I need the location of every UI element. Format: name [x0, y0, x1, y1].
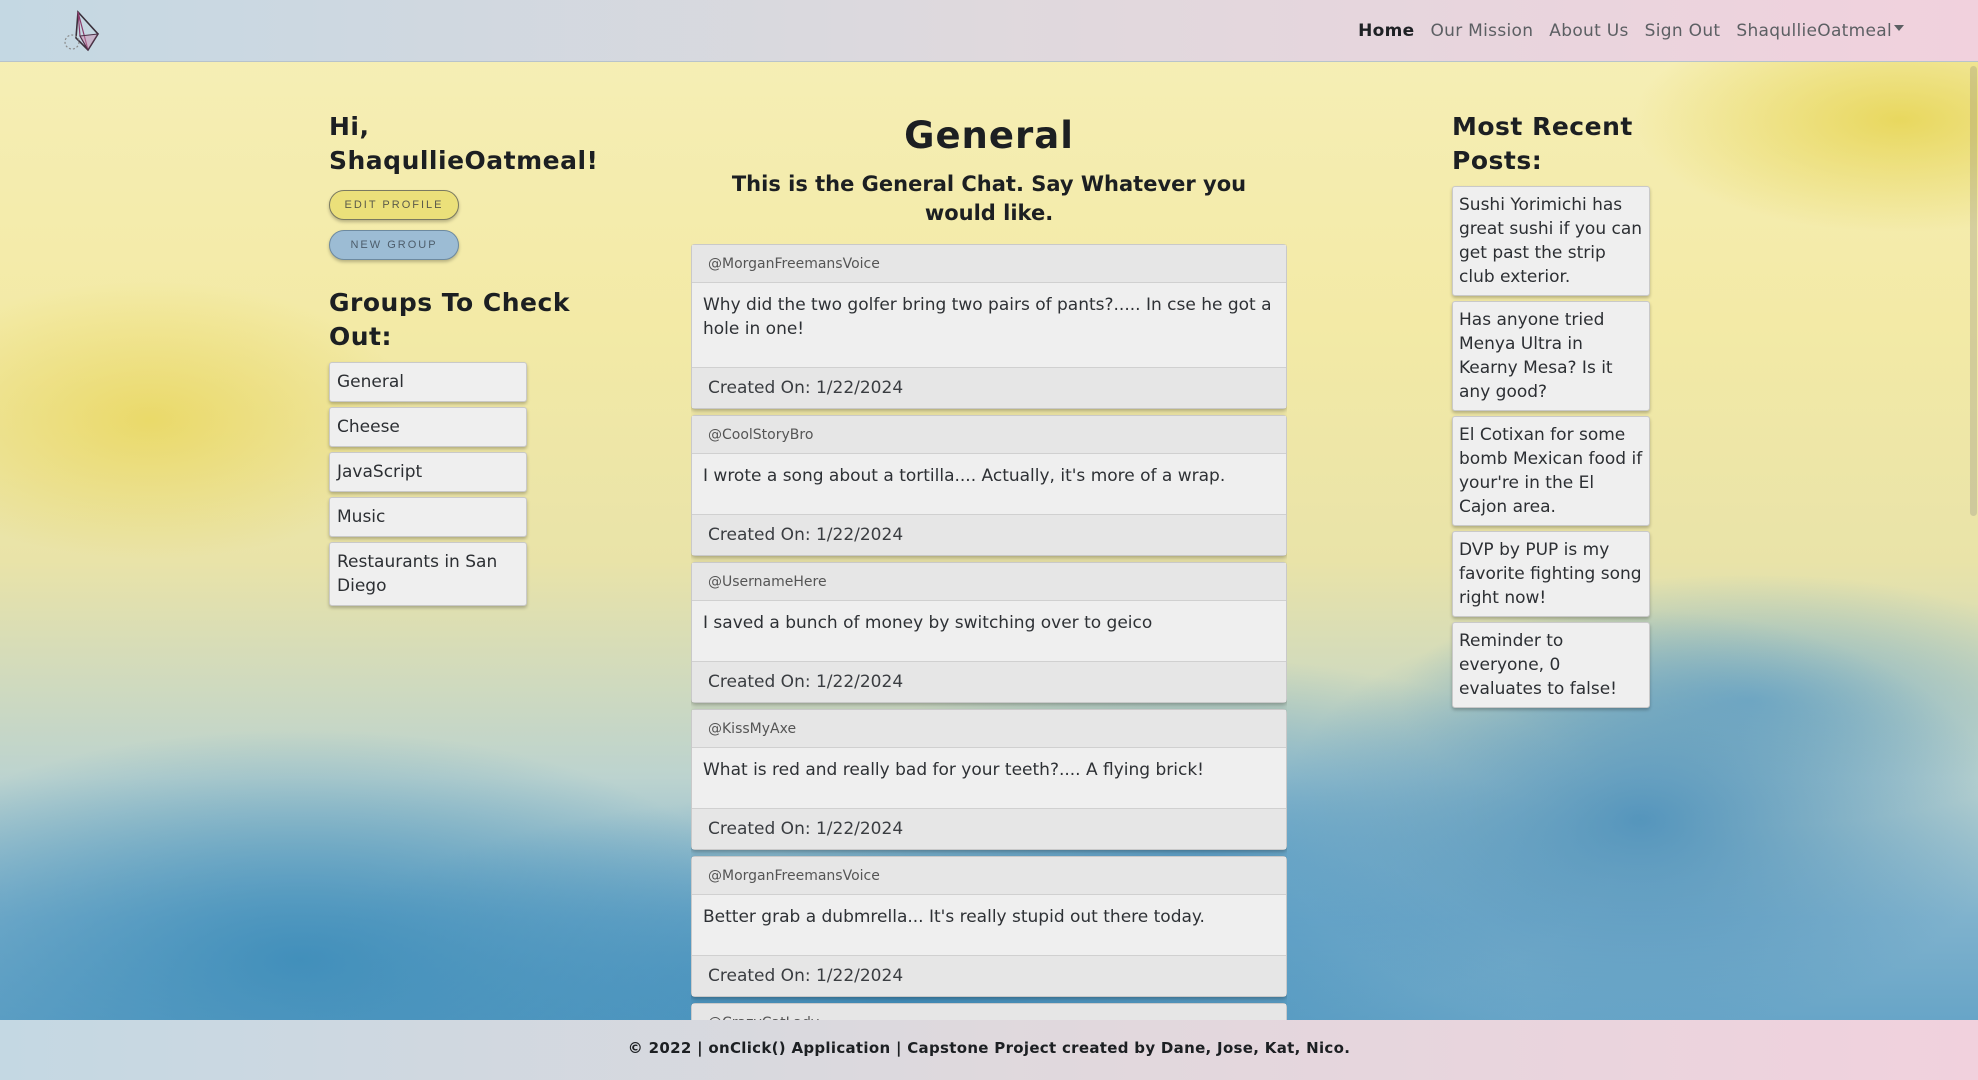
- page-scrollbar[interactable]: [1968, 62, 1978, 1020]
- post-card: @MorganFreemansVoice Why did the two gol…: [691, 244, 1287, 409]
- nav-links: Home Our Mission About Us Sign Out Shaqu…: [1350, 0, 1912, 62]
- recent-post-item[interactable]: Reminder to everyone, 0 evaluates to fal…: [1452, 622, 1650, 708]
- post-card: @MorganFreemansVoice Better grab a dubmr…: [691, 856, 1287, 997]
- post-list[interactable]: @MorganFreemansVoice Why did the two gol…: [691, 244, 1287, 1030]
- post-text: I saved a bunch of money by switching ov…: [703, 613, 1153, 633]
- group-item-javascript[interactable]: JavaScript: [329, 452, 527, 492]
- group-item-restaurants[interactable]: Restaurants in San Diego: [329, 542, 527, 606]
- right-column: Most Recent Posts: Sushi Yorimichi has g…: [1452, 110, 1702, 713]
- chat-title: General: [904, 114, 1074, 157]
- group-item-cheese[interactable]: Cheese: [329, 407, 527, 447]
- post-text: Better grab a dubmrella... It's really s…: [703, 907, 1205, 927]
- post-username[interactable]: @CoolStoryBro: [692, 416, 1286, 454]
- caret-down-icon: [1894, 25, 1904, 31]
- user-menu-label: ShaqullieOatmeal: [1736, 21, 1892, 41]
- recent-post-item[interactable]: El Cotixan for some bomb Mexican food if…: [1452, 416, 1650, 526]
- chat-column: General This is the General Chat. Say Wh…: [691, 110, 1287, 1030]
- navbar: Home Our Mission About Us Sign Out Shaqu…: [0, 0, 1978, 62]
- footer: © 2022 | onClick() Application | Capston…: [0, 1020, 1978, 1080]
- chat-subtitle: This is the General Chat. Say Whatever y…: [731, 172, 1247, 225]
- groups-heading: Groups To Check Out:: [329, 288, 570, 351]
- greeting-heading: Hi, ShaqullieOatmeal!: [329, 112, 599, 175]
- user-menu-dropdown[interactable]: ShaqullieOatmeal: [1728, 21, 1912, 41]
- edit-profile-button[interactable]: EDIT PROFILE: [329, 190, 459, 220]
- new-group-button[interactable]: NEW GROUP: [329, 230, 459, 260]
- group-item-music[interactable]: Music: [329, 497, 527, 537]
- post-text: I wrote a song about a tortilla.... Actu…: [703, 466, 1226, 486]
- post-username[interactable]: @UsernameHere: [692, 563, 1286, 601]
- left-column: Hi, ShaqullieOatmeal! EDIT PROFILE NEW G…: [329, 110, 599, 611]
- post-created-date: Created On: 1/22/2024: [692, 955, 1286, 996]
- recent-post-item[interactable]: DVP by PUP is my favorite fighting song …: [1452, 531, 1650, 617]
- nav-sign-out[interactable]: Sign Out: [1637, 21, 1729, 41]
- logo-icon[interactable]: [58, 8, 104, 54]
- nav-our-mission[interactable]: Our Mission: [1422, 21, 1541, 41]
- post-created-date: Created On: 1/22/2024: [692, 514, 1286, 555]
- scrollbar-thumb[interactable]: [1970, 66, 1977, 516]
- recent-posts-list: Sushi Yorimichi has great sushi if you c…: [1452, 186, 1650, 708]
- recent-posts-heading: Most Recent Posts:: [1452, 112, 1633, 175]
- group-list: General Cheese JavaScript Music Restaura…: [329, 362, 527, 606]
- post-created-date: Created On: 1/22/2024: [692, 367, 1286, 408]
- post-text: Why did the two golfer bring two pairs o…: [703, 295, 1272, 339]
- post-created-date: Created On: 1/22/2024: [692, 661, 1286, 702]
- nav-home[interactable]: Home: [1350, 21, 1422, 41]
- post-username[interactable]: @MorganFreemansVoice: [692, 245, 1286, 283]
- post-card: @UsernameHere I saved a bunch of money b…: [691, 562, 1287, 703]
- post-username[interactable]: @MorganFreemansVoice: [692, 857, 1286, 895]
- post-card: @KissMyAxe What is red and really bad fo…: [691, 709, 1287, 850]
- post-username[interactable]: @KissMyAxe: [692, 710, 1286, 748]
- post-card: @CoolStoryBro I wrote a song about a tor…: [691, 415, 1287, 556]
- nav-about-us[interactable]: About Us: [1541, 21, 1636, 41]
- post-created-date: Created On: 1/22/2024: [692, 808, 1286, 849]
- group-item-general[interactable]: General: [329, 362, 527, 402]
- recent-post-item[interactable]: Sushi Yorimichi has great sushi if you c…: [1452, 186, 1650, 296]
- post-text: What is red and really bad for your teet…: [703, 760, 1204, 780]
- recent-post-item[interactable]: Has anyone tried Menya Ultra in Kearny M…: [1452, 301, 1650, 411]
